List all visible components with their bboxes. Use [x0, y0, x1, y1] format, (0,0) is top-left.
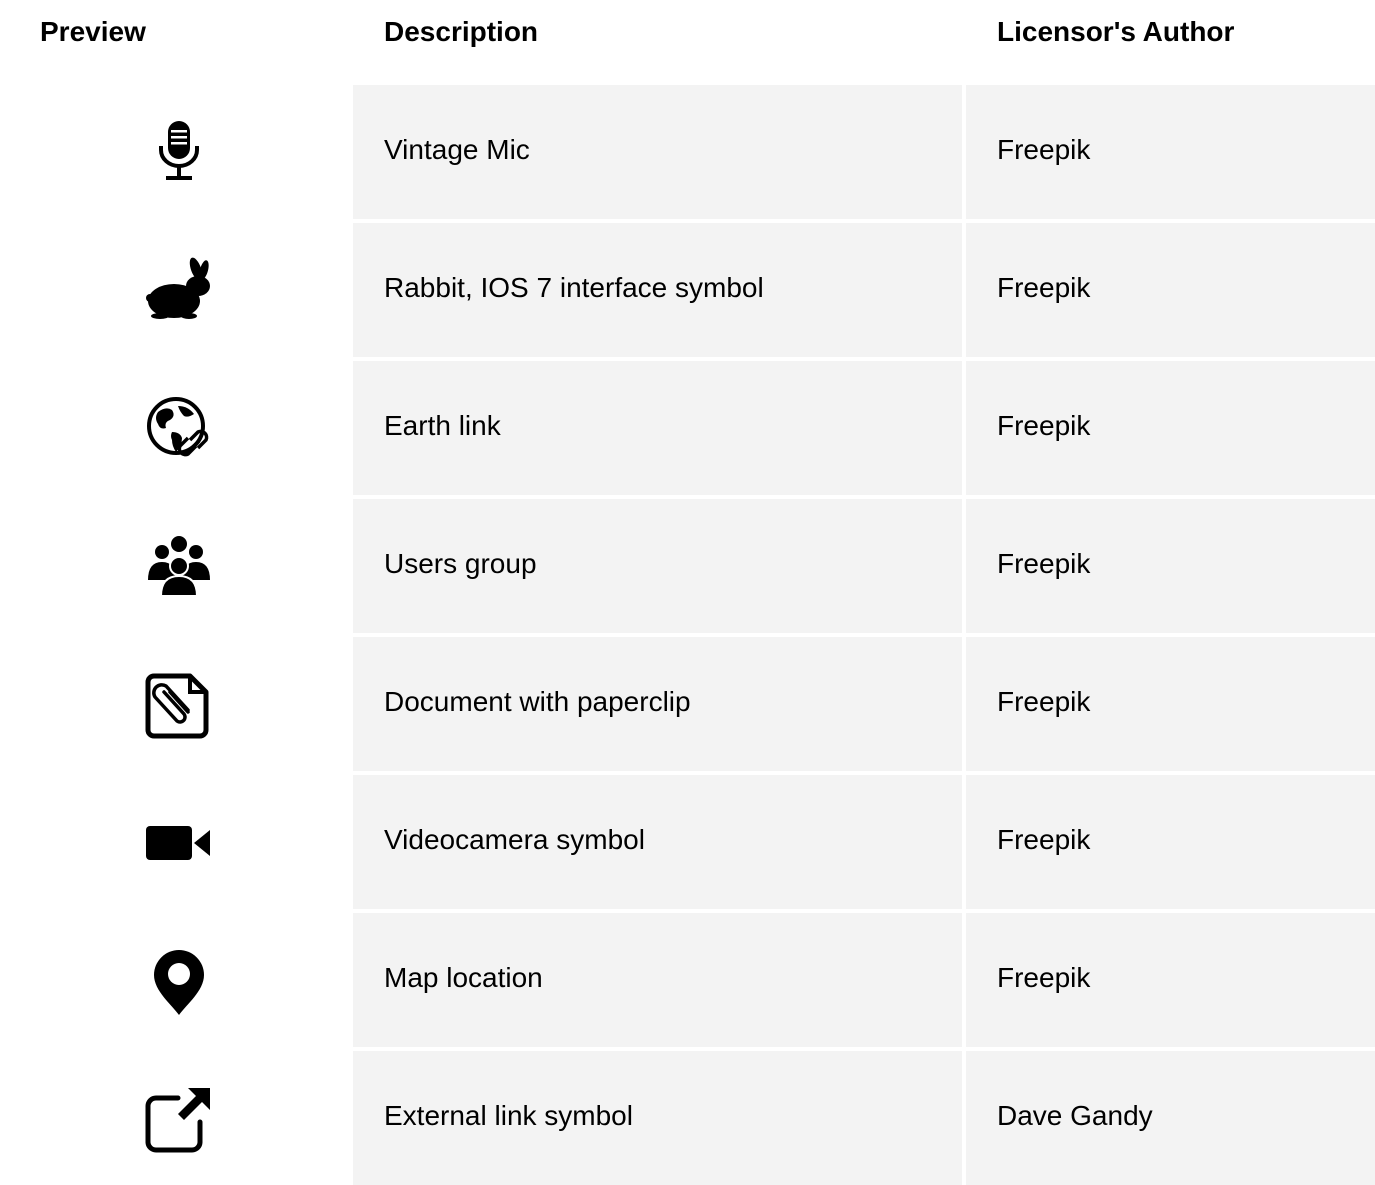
external-link-icon — [145, 1088, 210, 1153]
header-author: Licensor's Author — [997, 16, 1235, 47]
description-cell: Earth link — [353, 361, 962, 495]
vintage-mic-icon — [159, 121, 199, 180]
description-cell: Users group — [353, 499, 962, 633]
map-location-icon — [154, 950, 204, 1015]
users-group-icon — [148, 536, 210, 597]
preview-cell — [0, 499, 353, 633]
author-text: Freepik — [997, 962, 1091, 993]
table-row: Users group Freepik — [0, 499, 1375, 633]
description-cell: External link symbol — [353, 1051, 962, 1185]
description-text: Map location — [384, 962, 543, 993]
description-text: Earth link — [384, 410, 501, 441]
author-text: Freepik — [997, 272, 1091, 303]
description-cell: Map location — [353, 913, 962, 1047]
author-cell: Freepik — [966, 913, 1375, 1047]
description-text: Vintage Mic — [384, 134, 530, 165]
preview-cell — [0, 223, 353, 357]
header-preview: Preview — [40, 16, 146, 47]
author-cell: Freepik — [966, 775, 1375, 909]
author-text: Freepik — [997, 410, 1091, 441]
author-cell: Freepik — [966, 499, 1375, 633]
table-row: Earth link Freepik — [0, 361, 1375, 495]
author-cell: Freepik — [966, 85, 1375, 219]
preview-cell — [0, 637, 353, 771]
author-text: Freepik — [997, 824, 1091, 855]
document-paperclip-icon — [145, 673, 209, 739]
table-row: Vintage Mic Freepik — [0, 85, 1375, 219]
author-cell: Dave Gandy — [966, 1051, 1375, 1185]
table-row: Document with paperclip Freepik — [0, 637, 1375, 771]
description-cell: Rabbit, IOS 7 interface symbol — [353, 223, 962, 357]
rabbit-icon — [146, 257, 210, 319]
description-cell: Document with paperclip — [353, 637, 962, 771]
description-text: Rabbit, IOS 7 interface symbol — [384, 272, 764, 303]
author-text: Dave Gandy — [997, 1100, 1153, 1131]
description-text: External link symbol — [384, 1100, 633, 1131]
table-row: External link symbol Dave Gandy — [0, 1051, 1375, 1185]
earth-link-icon — [147, 397, 209, 457]
description-text: Document with paperclip — [384, 686, 691, 717]
preview-cell — [0, 775, 353, 909]
description-text: Users group — [384, 548, 537, 579]
videocamera-icon — [146, 826, 210, 860]
description-cell: Vintage Mic — [353, 85, 962, 219]
preview-cell — [0, 361, 353, 495]
table-row: Map location Freepik — [0, 913, 1375, 1047]
table-row: Videocamera symbol Freepik — [0, 775, 1375, 909]
author-cell: Freepik — [966, 361, 1375, 495]
table-row: Rabbit, IOS 7 interface symbol Freepik — [0, 223, 1375, 357]
header-description: Description — [384, 16, 539, 47]
description-text: Videocamera symbol — [384, 824, 645, 855]
author-text: Freepik — [997, 548, 1091, 579]
preview-cell — [0, 85, 353, 219]
preview-cell — [0, 1051, 353, 1185]
author-cell: Freepik — [966, 637, 1375, 771]
preview-cell — [0, 913, 353, 1047]
author-text: Freepik — [997, 686, 1091, 717]
author-cell: Freepik — [966, 223, 1375, 357]
author-text: Freepik — [997, 134, 1091, 165]
description-cell: Videocamera symbol — [353, 775, 962, 909]
icon-attribution-table: Preview Description Licensor's Author Vi… — [0, 0, 1375, 1185]
